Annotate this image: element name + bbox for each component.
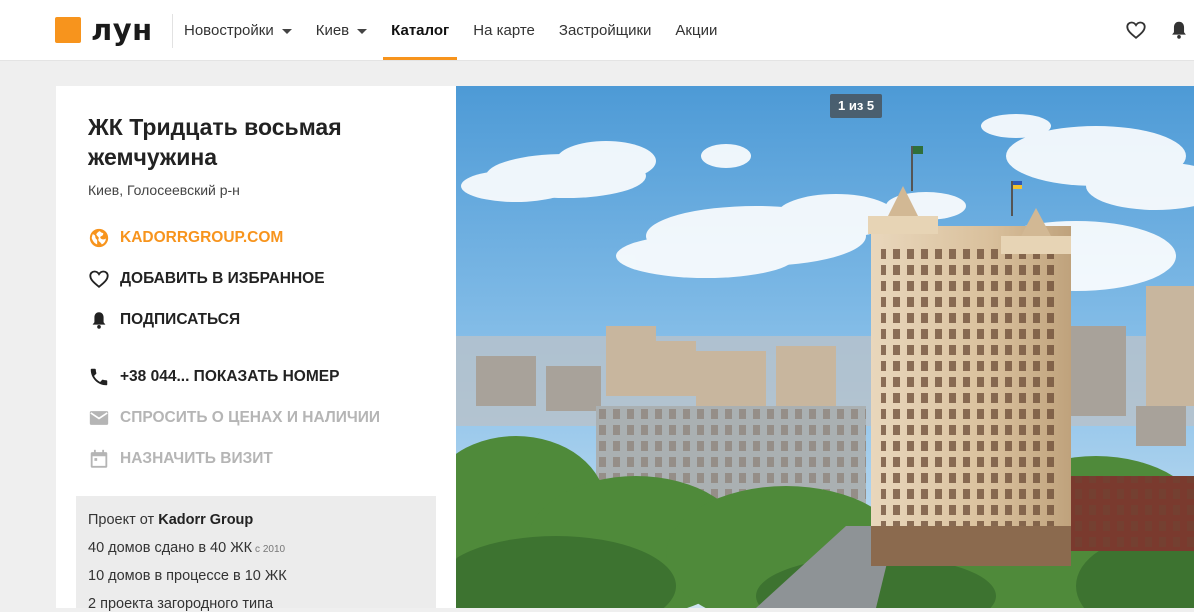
website-label: KADORRGROUP.COM [120, 229, 284, 246]
gallery-counter: 1 из 5 [830, 94, 883, 118]
nav-catalog[interactable]: Каталог [383, 0, 458, 60]
developer-prefix: Проект от [88, 512, 155, 528]
nav-label: На карте [473, 21, 535, 39]
website-link[interactable]: KADORRGROUP.COM [88, 226, 283, 250]
developer-line: Проект от Kadorr Group [88, 512, 253, 528]
schedule-visit-button[interactable]: НАЗНАЧИТЬ ВИЗИТ [88, 447, 273, 471]
developer-name-link[interactable]: Kadorr Group [158, 512, 253, 528]
chevron-down-icon [357, 28, 368, 34]
nav-label: Новостройки [184, 21, 274, 39]
bell-icon [88, 309, 110, 331]
calendar-icon [88, 448, 110, 470]
logo-text: лун [91, 13, 153, 47]
logo[interactable]: лун [55, 13, 153, 47]
logo-mark [55, 17, 81, 43]
developer-completed-line: 40 домов сдано в 40 ЖК с 2010 [88, 540, 285, 556]
phone-icon [88, 366, 110, 388]
phone-label: +38 044... ПОКАЗАТЬ НОМЕР [120, 368, 340, 385]
schedule-visit-label: НАЗНАЧИТЬ ВИЗИТ [120, 450, 273, 467]
nav-developers[interactable]: Застройщики [559, 0, 652, 60]
building-render-image [456, 86, 1194, 608]
favorite-label: ДОБАВИТЬ В ИЗБРАННОЕ [120, 270, 325, 287]
subscribe-label: ПОДПИСАТЬСЯ [120, 311, 241, 328]
nav-map[interactable]: На карте [473, 0, 535, 60]
bell-icon[interactable] [1168, 19, 1190, 41]
main-nav: Новостройки Киев Каталог На карте Застро… [184, 0, 741, 60]
heart-icon [88, 268, 110, 290]
project-photo[interactable]: 1 из 5 [456, 86, 1194, 608]
envelope-icon [88, 407, 110, 429]
since-note: с 2010 [255, 544, 286, 555]
nav-label: Застройщики [558, 21, 652, 39]
developer-info-box: Проект от Kadorr Group 40 домов сдано в … [76, 496, 436, 612]
nav-promotions[interactable]: Акции [675, 0, 717, 60]
heart-icon[interactable] [1125, 19, 1147, 41]
nav-label: Акции [675, 21, 718, 39]
project-title: ЖК Тридцать восьмая жемчужина [88, 114, 342, 170]
nav-label: Каталог [391, 21, 450, 39]
nav-novostroyki[interactable]: Новостройки [184, 0, 292, 60]
show-phone-button[interactable]: +38 044... ПОКАЗАТЬ НОМЕР [88, 365, 339, 389]
project-info-card: ЖК Тридцать восьмая жемчужина Киев, Голо… [56, 86, 456, 612]
header-divider [172, 14, 173, 48]
project-location: Киев, Голосеевский р-н [88, 182, 240, 198]
ask-prices-label: СПРОСИТЬ О ЦЕНАХ И НАЛИЧИИ [120, 409, 381, 426]
nav-city[interactable]: Киев [315, 0, 368, 60]
completed-text: 40 домов сдано в 40 ЖК [88, 540, 253, 556]
developer-suburban-line: 2 проекта загородного типа [88, 596, 274, 612]
globe-icon [88, 227, 110, 249]
top-header: лун Новостройки Киев Каталог На карте За… [0, 0, 1194, 61]
subscribe-button[interactable]: ПОДПИСАТЬСЯ [88, 308, 240, 332]
ask-prices-button[interactable]: СПРОСИТЬ О ЦЕНАХ И НАЛИЧИИ [88, 406, 380, 430]
chevron-down-icon [281, 28, 292, 34]
nav-label: Киев [315, 21, 350, 39]
developer-in-progress-line: 10 домов в процессе в 10 ЖК [88, 568, 287, 584]
add-to-favorites-button[interactable]: ДОБАВИТЬ В ИЗБРАННОЕ [88, 267, 325, 291]
